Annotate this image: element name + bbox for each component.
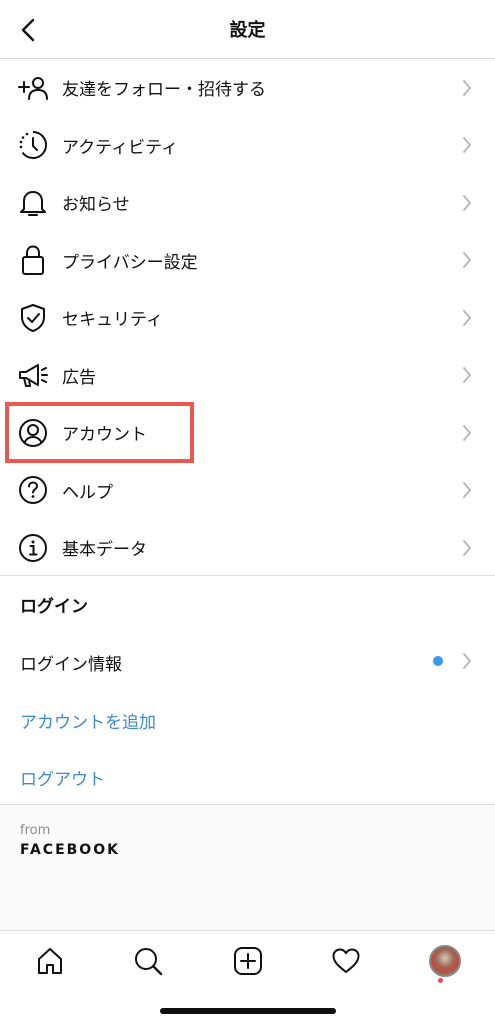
login-section-heading: ログイン [20,597,88,617]
login-info-label: ログイン情報 [20,655,122,675]
section-divider [0,575,495,576]
header-bar: 設定 [0,0,495,59]
menu-label: セキュリティ [62,310,163,331]
menu-label: アカウント [62,425,147,446]
chevron-right-icon [461,79,473,97]
back-button[interactable] [8,12,48,48]
add-account-link[interactable]: アカウントを追加 [0,694,495,744]
settings-screen: 設定 友達をフォロー・招待する アクティビティ お知らせ プライバシー設定 セキ… [0,0,495,1024]
menu-item-notifications[interactable]: お知らせ [0,174,495,232]
menu-label: 広告 [62,367,96,388]
account-circle-icon [17,417,49,449]
heart-icon [332,948,360,973]
info-circle-icon [17,532,49,564]
tab-activity[interactable] [326,941,366,981]
home-icon [38,948,62,974]
search-icon [135,948,163,976]
menu-label: お知らせ [62,195,130,216]
bell-icon [17,187,49,219]
new-post-icon [234,947,262,975]
profile-avatar [429,945,461,977]
chevron-right-icon [461,652,473,670]
tab-new-post[interactable] [228,941,268,981]
help-circle-icon [17,474,49,506]
footer: from FACEBOOK [0,805,495,930]
shield-check-icon [17,302,49,334]
from-label: from [20,823,51,838]
menu-item-follow-invite[interactable]: 友達をフォロー・招待する [0,59,495,117]
profile-notification-dot [438,978,443,983]
chevron-right-icon [461,424,473,442]
menu-label: プライバシー設定 [62,252,198,273]
tab-profile[interactable] [425,941,465,981]
home-indicator [160,1008,336,1014]
chevron-right-icon [461,309,473,327]
chevron-left-icon [21,18,35,42]
tab-search[interactable] [128,941,168,981]
page-title: 設定 [229,20,266,41]
menu-item-about[interactable]: 基本データ [0,519,495,577]
menu-label: アクティビティ [62,137,179,158]
chevron-right-icon [461,366,473,384]
menu-item-help[interactable]: ヘルプ [0,462,495,520]
add-account-label: アカウントを追加 [20,713,156,733]
menu-item-ads[interactable]: 広告 [0,347,495,405]
login-info-item[interactable]: ログイン情報 [0,636,495,686]
logout-link[interactable]: ログアウト [0,751,495,801]
menu-label: ヘルプ [62,482,113,503]
logout-label: ログアウト [20,770,105,790]
menu-item-security[interactable]: セキュリティ [0,289,495,347]
facebook-brand: FACEBOOK [20,842,120,858]
megaphone-icon [17,359,49,391]
chevron-right-icon [461,539,473,557]
menu-label: 基本データ [62,540,147,561]
menu-item-privacy[interactable]: プライバシー設定 [0,232,495,290]
lock-icon [17,244,49,276]
tab-home[interactable] [30,941,70,981]
chevron-right-icon [461,136,473,154]
chevron-right-icon [461,481,473,499]
settings-menu: 友達をフォロー・招待する アクティビティ お知らせ プライバシー設定 セキュリテ… [0,59,495,577]
menu-label: 友達をフォロー・招待する [62,80,266,101]
chevron-right-icon [461,251,473,269]
notification-dot [433,656,443,666]
menu-item-account[interactable]: アカウント [0,404,495,462]
menu-item-activity[interactable]: アクティビティ [0,117,495,175]
add-person-icon [17,72,49,104]
chevron-right-icon [461,194,473,212]
activity-clock-icon [17,129,49,161]
